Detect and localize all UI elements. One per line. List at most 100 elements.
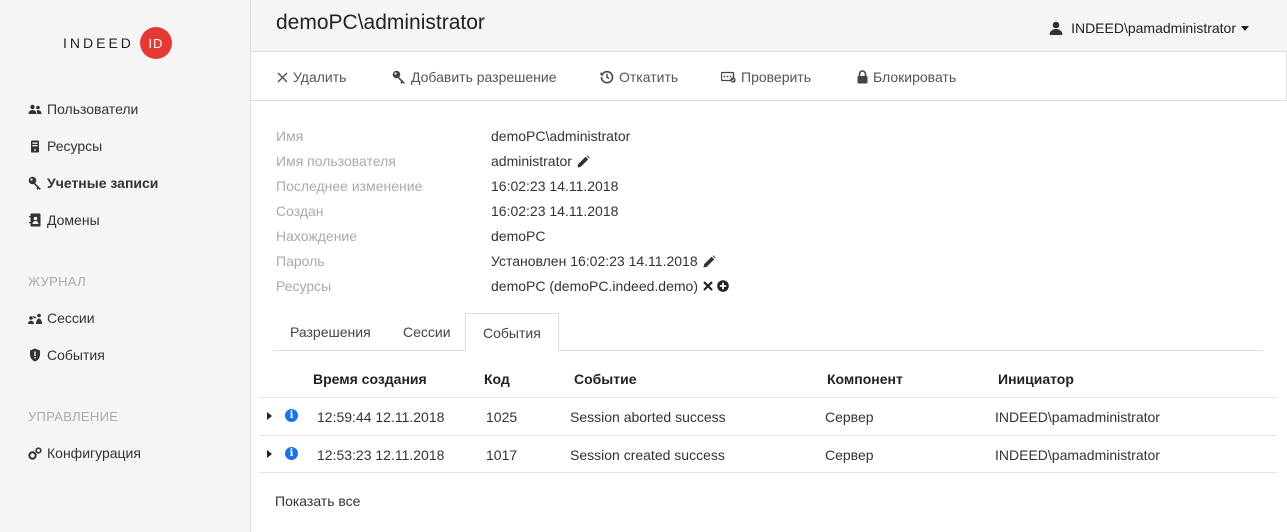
column-header-component[interactable]: Компонент (827, 371, 903, 387)
info-icon[interactable]: i (285, 409, 298, 422)
remove-resource-close-icon[interactable] (703, 281, 713, 291)
tab-sessions[interactable]: Сессии (386, 313, 468, 351)
column-header-code[interactable]: Код (484, 371, 510, 387)
key-icon (28, 176, 42, 190)
prop-label-modified: Последнее изменение (276, 178, 423, 194)
tab-label: Сессии (403, 324, 451, 340)
prop-value-resources: demoPC (demoPC.indeed.demo) (491, 278, 729, 294)
logo[interactable]: INDEED ID (63, 26, 172, 60)
column-header-event[interactable]: Событие (574, 371, 637, 387)
prop-value-text: demoPC (demoPC.indeed.demo) (491, 278, 698, 294)
prop-value-text: 16:02:23 14.11.2018 (491, 203, 619, 219)
sidebar-item-domains[interactable]: Домены (28, 212, 100, 228)
prop-value-text: Установлен 16:02:23 14.11.2018 (491, 253, 698, 269)
section-journal-heading: ЖУРНАЛ (28, 274, 86, 289)
section-manage-heading: УПРАВЛЕНИЕ (28, 409, 119, 424)
sidebar-item-configuration[interactable]: Конфигурация (28, 445, 141, 461)
block-button[interactable]: Блокировать (857, 69, 956, 85)
cell-code: 1017 (486, 447, 518, 463)
logo-badge: ID (139, 27, 172, 59)
user-menu[interactable]: INDEED\pamadministrator (1049, 20, 1249, 36)
delete-label: Удалить (293, 69, 347, 85)
key-icon (392, 70, 405, 84)
sidebar-item-label: События (47, 347, 105, 363)
edit-password-pencil-icon[interactable] (703, 255, 716, 268)
sidebar-item-label: Ресурсы (47, 138, 103, 154)
user-name: INDEED\pamadministrator (1071, 20, 1236, 36)
prop-value-name: demoPC\administrator (491, 128, 630, 144)
prop-label-username: Имя пользователя (276, 153, 396, 169)
cell-initiator: INDEED\pamadministrator (995, 447, 1160, 463)
cell-component: Сервер (825, 409, 874, 425)
cell-initiator: INDEED\pamadministrator (995, 409, 1160, 425)
column-header-initiator[interactable]: Инициатор (998, 371, 1074, 387)
prop-value-text: administrator (491, 153, 572, 169)
expand-row-caret-icon[interactable] (267, 412, 272, 420)
prop-value-created: 16:02:23 14.11.2018 (491, 203, 618, 219)
page-title: demoPC\administrator (276, 11, 485, 34)
sidebar: INDEED ID Пользователи Ресурсы Учетные з… (0, 0, 251, 532)
cell-code: 1025 (486, 409, 518, 425)
edit-username-pencil-icon[interactable] (577, 155, 590, 168)
tab-permissions[interactable]: Разрешения (273, 313, 388, 351)
add-resource-plus-circle-icon[interactable] (717, 280, 729, 292)
user-icon (1049, 21, 1063, 35)
sessions-icon (28, 311, 42, 325)
prop-label-name: Имя (276, 128, 304, 144)
prop-label-resources: Ресурсы (276, 278, 332, 294)
table-row[interactable]: i 12:59:44 12.11.2018 1025 Session abort… (259, 397, 1277, 435)
show-all-link[interactable]: Показать все (275, 493, 360, 509)
prop-label-created: Создан (276, 203, 324, 219)
sidebar-item-resources[interactable]: Ресурсы (28, 138, 102, 154)
close-icon (277, 71, 288, 83)
add-permission-label: Добавить разрешение (411, 69, 557, 85)
users-icon (28, 102, 42, 116)
sidebar-item-label: Конфигурация (47, 445, 141, 461)
header: demoPC\administrator INDEED\pamadministr… (251, 0, 1287, 52)
prop-value-text: demoPC\administrator (491, 128, 631, 144)
cell-event: Session created success (570, 447, 725, 463)
contacts-book-icon (28, 213, 42, 227)
chevron-down-icon (1241, 25, 1249, 31)
delete-button[interactable]: Удалить (277, 69, 346, 85)
shield-alert-icon (28, 348, 42, 362)
prop-value-modified: 16:02:23 14.11.2018 (491, 178, 618, 194)
prop-value-username: administrator (491, 153, 590, 169)
cell-component: Сервер (825, 447, 874, 463)
sidebar-item-sessions[interactable]: Сессии (28, 310, 95, 326)
prop-value-text: 16:02:23 14.11.2018 (491, 178, 619, 194)
prop-value-password: Установлен 16:02:23 14.11.2018 (491, 253, 716, 269)
prop-label-location: Нахождение (276, 228, 358, 244)
info-icon[interactable]: i (285, 447, 298, 460)
sidebar-item-accounts[interactable]: Учетные записи (28, 175, 158, 191)
cell-event: Session aborted success (570, 409, 726, 425)
lock-icon (857, 70, 868, 84)
cell-created-time: 12:59:44 12.11.2018 (317, 409, 445, 425)
tab-label: Разрешения (290, 324, 371, 340)
password-check-icon (721, 71, 736, 83)
sidebar-item-users[interactable]: Пользователи (28, 101, 138, 117)
rollback-button[interactable]: Откатить (600, 69, 678, 85)
tab-label: События (483, 324, 541, 341)
logo-text: INDEED (63, 35, 134, 51)
column-header-created-time[interactable]: Время создания (313, 371, 427, 387)
tab-events[interactable]: События (465, 313, 559, 352)
history-icon (600, 70, 614, 84)
add-permission-button[interactable]: Добавить разрешение (392, 69, 557, 85)
block-label: Блокировать (873, 69, 957, 85)
rollback-label: Откатить (619, 69, 679, 85)
sidebar-item-events[interactable]: События (28, 347, 105, 363)
verify-button[interactable]: Проверить (721, 69, 811, 85)
toolbar: Удалить Добавить разрешение Откатить Про… (251, 52, 1287, 101)
tabs: Разрешения Сессии События (273, 313, 1263, 352)
expand-row-caret-icon[interactable] (267, 450, 272, 458)
sidebar-item-label: Учетные записи (47, 175, 159, 191)
sidebar-item-label: Домены (47, 212, 100, 228)
prop-value-text: demoPC (491, 228, 546, 244)
gears-icon (28, 446, 42, 460)
prop-label-password: Пароль (276, 253, 325, 269)
table-row[interactable]: i 12:53:23 12.11.2018 1017 Session creat… (259, 435, 1277, 473)
sidebar-item-label: Сессии (47, 310, 95, 326)
prop-value-location: demoPC (491, 228, 545, 244)
cell-created-time: 12:53:23 12.11.2018 (317, 447, 445, 463)
